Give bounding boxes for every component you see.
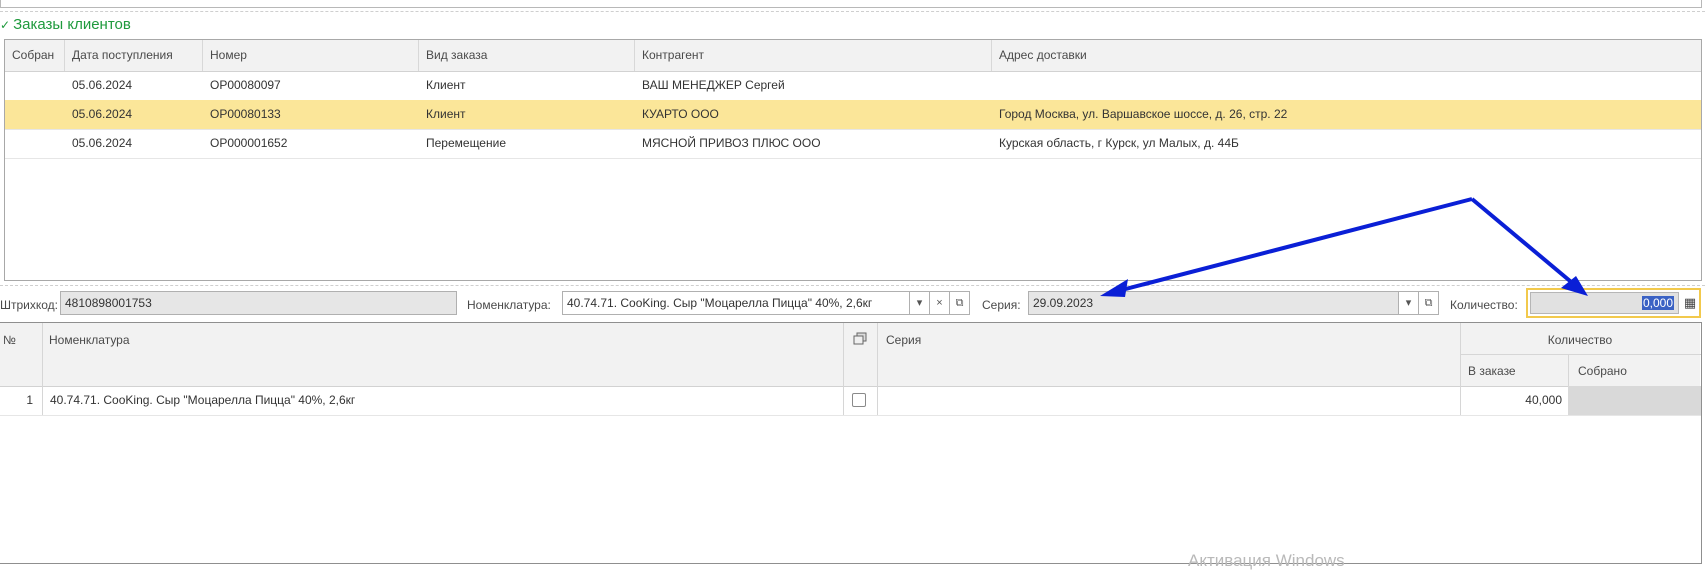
section-title: Заказы клиентов xyxy=(13,16,131,33)
quantity-value-selected: 0,000 xyxy=(1641,296,1674,310)
cell-order-type: Клиент xyxy=(426,78,466,92)
cell-counterparty: ВАШ МЕНЕДЖЕР Сергей xyxy=(642,78,785,92)
quantity-input[interactable]: 0,000 xyxy=(1530,292,1679,314)
table-row[interactable]: 05.06.2024 ОР000001652 Перемещение МЯСНО… xyxy=(5,129,1701,159)
col-header-nomenclature[interactable]: Номенклатура xyxy=(43,333,130,347)
cell-nomenclature: 40.74.71. CooKing. Сыр "Моцарелла Пицца"… xyxy=(50,393,356,407)
close-icon: × xyxy=(936,297,943,309)
series-dropdown-button[interactable]: ▾ xyxy=(1398,291,1419,315)
table-row[interactable]: 1 40.74.71. CooKing. Сыр "Моцарелла Пицц… xyxy=(0,386,1701,416)
cell-collected xyxy=(5,129,65,158)
nomenclature-clear-button[interactable]: × xyxy=(929,291,950,315)
col-header-collected[interactable]: Собрано xyxy=(1572,364,1627,378)
col-header-address[interactable]: Адрес доставки xyxy=(992,40,1701,71)
table-row-selected[interactable]: 05.06.2024 ОР00080133 Клиент КУАРТО ООО … xyxy=(5,100,1701,130)
open-window-icon: ⧉ xyxy=(955,297,964,309)
cell-number: ОР00080133 xyxy=(210,107,281,121)
barcode-field[interactable]: 4810898001753 xyxy=(60,291,457,315)
col-header-counterparty[interactable]: Контрагент xyxy=(635,40,992,71)
cell-address xyxy=(992,71,1701,100)
col-header-date[interactable]: Дата поступления xyxy=(65,40,203,71)
cell-order-type: Перемещение xyxy=(426,136,506,150)
nomenclature-open-button[interactable]: ⧉ xyxy=(949,291,970,315)
cell-collected xyxy=(5,100,65,129)
series-field[interactable]: 29.09.2023 xyxy=(1028,291,1399,315)
cell-address: Курская область, г Курск, ул Малых, д. 4… xyxy=(999,136,1239,150)
col-header-order-type[interactable]: Вид заказа xyxy=(419,40,635,71)
col-header-collected[interactable]: Собран xyxy=(5,40,65,71)
cell-date: 05.06.2024 xyxy=(72,136,133,150)
row-checkbox[interactable] xyxy=(852,393,866,407)
items-table-header xyxy=(0,323,1700,387)
col-header-in-order[interactable]: В заказе xyxy=(1462,364,1516,378)
calculator-icon[interactable]: ▦ xyxy=(1682,293,1698,313)
orders-table: Собран Дата поступления Номер Вид заказа… xyxy=(4,39,1702,281)
cell-order-type: Клиент xyxy=(426,107,466,121)
col-header-quantity[interactable]: Количество xyxy=(1460,333,1700,347)
open-window-icon: ⧉ xyxy=(1424,297,1433,309)
cell-address: Город Москва, ул. Варшавское шоссе, д. 2… xyxy=(999,107,1288,121)
cell-no: 1 xyxy=(26,393,33,407)
items-table xyxy=(0,322,1702,564)
quantity-field-focused[interactable]: 0,000 ▦ xyxy=(1526,288,1701,318)
section-header-orders[interactable]: ✓ Заказы клиентов xyxy=(0,15,131,35)
barcode-label: Штрихкод: xyxy=(0,298,59,312)
windows-activation-watermark: Активация Windows xyxy=(1188,551,1345,570)
table-row[interactable]: 05.06.2024 ОР00080097 Клиент ВАШ МЕНЕДЖЕ… xyxy=(5,71,1701,101)
quantity-label: Количество: xyxy=(1450,298,1518,312)
cell-number: ОР000001652 xyxy=(210,136,288,150)
nomenclature-dropdown-button[interactable]: ▾ xyxy=(909,291,930,315)
copy-icon[interactable] xyxy=(852,331,868,347)
cell-date: 05.06.2024 xyxy=(72,107,133,121)
cell-series xyxy=(877,386,1460,415)
cell-number: ОР00080097 xyxy=(210,78,281,92)
series-open-button[interactable]: ⧉ xyxy=(1418,291,1439,315)
cell-date: 05.06.2024 xyxy=(72,78,133,92)
cell-counterparty: КУАРТО ООО xyxy=(642,107,719,121)
col-header-no[interactable]: № xyxy=(0,333,16,347)
nomenclature-label: Номенклатура: xyxy=(467,298,551,312)
divider xyxy=(0,11,1705,12)
chevron-down-icon: ▾ xyxy=(1405,297,1412,309)
chevron-down-icon: ✓ xyxy=(0,18,11,32)
cell-collected[interactable] xyxy=(1568,386,1701,415)
cell-in-order: 40,000 xyxy=(1525,393,1562,407)
grid-line xyxy=(1460,354,1701,355)
col-header-series[interactable]: Серия xyxy=(880,333,921,347)
col-header-number[interactable]: Номер xyxy=(203,40,419,71)
nomenclature-field[interactable]: 40.74.71. CooKing. Сыр "Моцарелла Пицца"… xyxy=(562,291,910,315)
orders-table-header: Собран Дата поступления Номер Вид заказа… xyxy=(5,40,1701,72)
top-panel-edge xyxy=(0,0,1702,8)
series-label: Серия: xyxy=(982,298,1021,312)
divider xyxy=(0,285,1705,286)
chevron-down-icon: ▾ xyxy=(916,297,923,309)
cell-counterparty: МЯСНОЙ ПРИВОЗ ПЛЮС ООО xyxy=(642,136,821,150)
cell-collected xyxy=(5,71,65,100)
